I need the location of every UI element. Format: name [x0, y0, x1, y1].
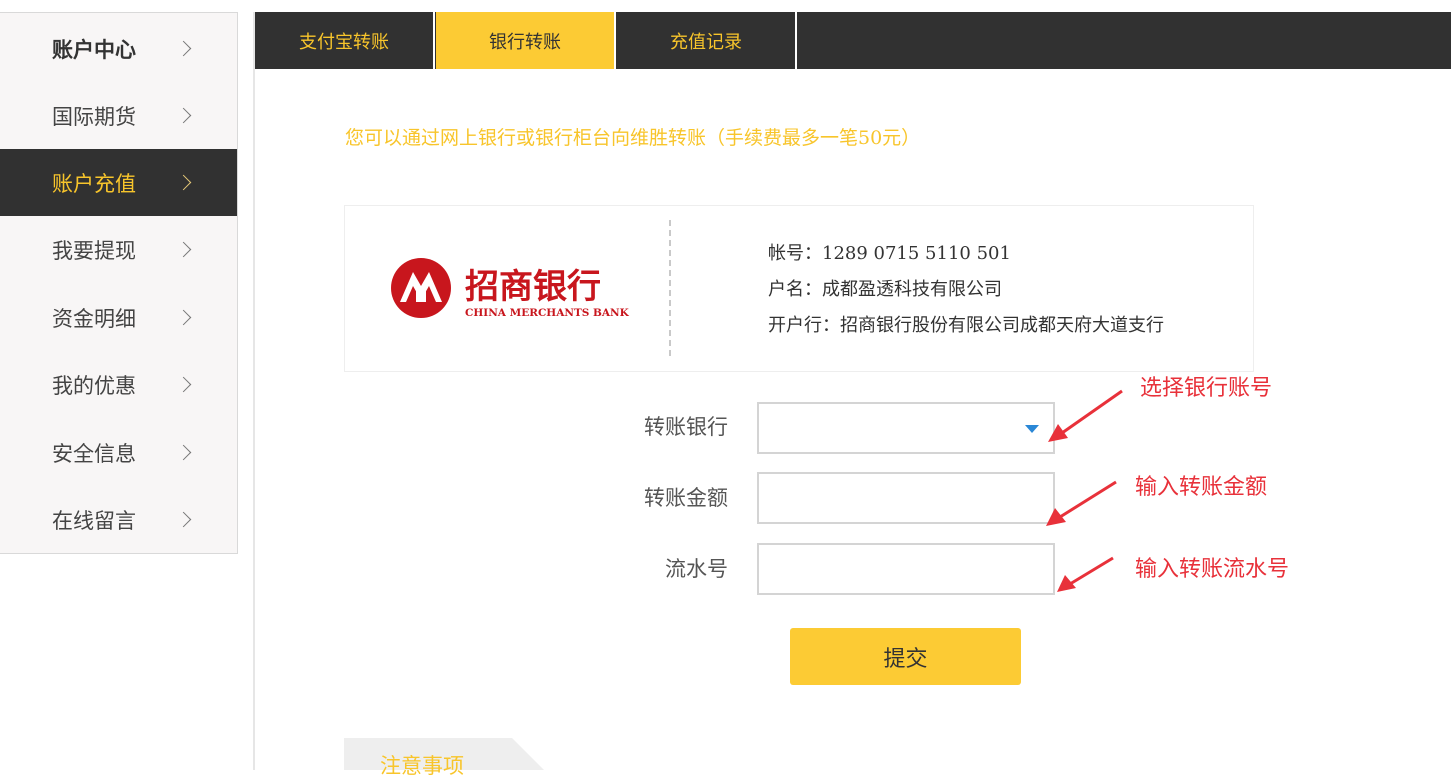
- transfer-bank-select[interactable]: [757, 402, 1055, 454]
- sidebar-item-online-message[interactable]: 在线留言: [0, 486, 237, 553]
- tab-label: 充值记录: [670, 31, 742, 53]
- sidebar-item-account-center[interactable]: 账户中心: [0, 15, 237, 82]
- transfer-amount-field: [757, 472, 1055, 524]
- sidebar-item-label: 在线留言: [52, 508, 136, 533]
- chevron-right-icon: [175, 444, 192, 460]
- serial-number-label: 流水号: [665, 557, 728, 581]
- sidebar-item-fund-details[interactable]: 资金明细: [0, 284, 237, 351]
- submit-button[interactable]: 提交: [790, 628, 1021, 685]
- serial-number-field: [757, 543, 1055, 595]
- account-holder: 户名：成都盈透科技有限公司: [768, 279, 1002, 300]
- annotation-enter-amount: 输入转账金额: [1135, 475, 1268, 500]
- chevron-right-icon: [175, 40, 192, 56]
- sidebar-item-my-offers[interactable]: 我的优惠: [0, 351, 237, 418]
- sidebar-item-label: 账户充值: [52, 171, 136, 196]
- sidebar-item-label: 安全信息: [52, 441, 136, 466]
- tab-label: 银行转账: [489, 31, 561, 53]
- content-left-border: [253, 12, 255, 770]
- sidebar-item-label: 国际期货: [52, 104, 136, 129]
- sidebar-item-intl-futures[interactable]: 国际期货: [0, 82, 237, 149]
- tab-recharge-records[interactable]: 充值记录: [617, 12, 797, 69]
- annotation-arrow-icon: [1059, 480, 1117, 519]
- account-number: 帐号：1289 0715 5110 501: [768, 243, 1011, 264]
- dropdown-arrow-icon[interactable]: [1025, 425, 1039, 433]
- transfer-bank-label: 转账银行: [644, 415, 728, 439]
- logo-chinese-name: 招商银行: [465, 267, 601, 307]
- annotation-enter-serial: 输入转账流水号: [1135, 557, 1290, 582]
- bank-branch: 开户行：招商银行股份有限公司成都天府大道支行: [768, 315, 1164, 336]
- chevron-right-icon: [175, 511, 192, 527]
- annotation-select-bank: 选择银行账号: [1140, 376, 1273, 401]
- sidebar-item-label: 账户中心: [52, 37, 136, 62]
- tab-bank-transfer[interactable]: 银行转账: [436, 12, 616, 69]
- transfer-bank-value[interactable]: [759, 404, 1053, 452]
- sidebar-item-security[interactable]: 安全信息: [0, 419, 237, 486]
- sidebar-item-label: 我的优惠: [52, 373, 136, 398]
- serial-number-input[interactable]: [759, 545, 1053, 593]
- logo-english-name: CHINA MERCHANTS BANK: [465, 307, 630, 319]
- tab-bar: 支付宝转账 银行转账 充值记录: [255, 12, 1451, 69]
- sidebar-item-withdraw[interactable]: 我要提现: [0, 216, 237, 283]
- sidebar-nav: 账户中心 国际期货 账户充值 我要提现 资金明细 我的优惠 安全信息 在线留言: [0, 12, 238, 554]
- sidebar-item-recharge[interactable]: 账户充值: [0, 149, 237, 216]
- notes-tab[interactable]: 注意事项: [344, 738, 544, 778]
- transfer-amount-label: 转账金额: [644, 486, 728, 510]
- annotation-arrow-icon: [1069, 556, 1114, 586]
- china-merchants-bank-logo: 招商银行 CHINA MERCHANTS BANK: [391, 258, 630, 319]
- sidebar-item-label: 资金明细: [52, 306, 136, 331]
- chevron-right-icon: [175, 376, 192, 392]
- card-divider: [669, 220, 671, 356]
- chevron-right-icon: [175, 241, 192, 257]
- arrow-head-icon: [1057, 575, 1076, 592]
- sidebar-item-label: 我要提现: [52, 238, 136, 263]
- transfer-amount-input[interactable]: [759, 474, 1053, 522]
- notes-tab-label: 注意事项: [380, 754, 464, 778]
- chevron-right-icon: [175, 309, 192, 325]
- transfer-notice: 您可以通过网上银行或银行柜台向维胜转账（手续费最多一笔50元）: [345, 127, 921, 149]
- bank-info: 帐号：1289 0715 5110 501 户名：成都盈透科技有限公司 开户行：…: [768, 236, 1164, 344]
- tab-alipay-transfer[interactable]: 支付宝转账: [255, 12, 435, 69]
- chevron-right-icon: [175, 174, 192, 190]
- chevron-right-icon: [175, 107, 192, 123]
- tab-label: 支付宝转账: [299, 31, 389, 53]
- annotation-arrow-icon: [1061, 389, 1123, 435]
- bank-account-card: 招商银行 CHINA MERCHANTS BANK 帐号：1289 0715 5…: [344, 205, 1254, 372]
